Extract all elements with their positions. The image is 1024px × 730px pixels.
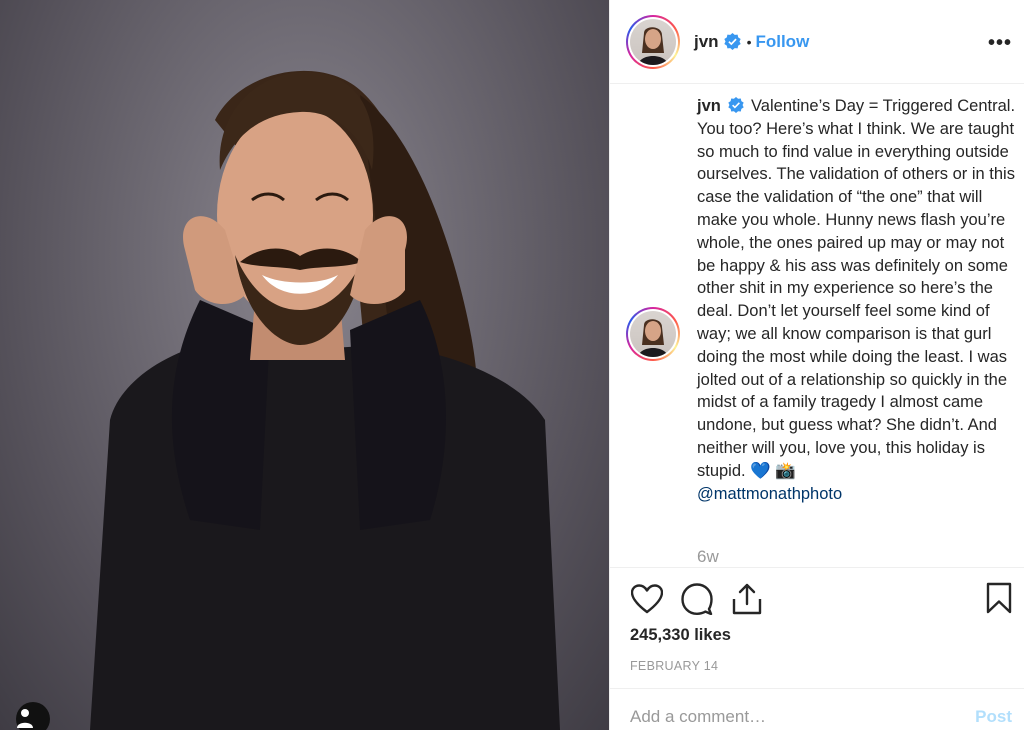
caption-mention-link[interactable]: @mattmonathphoto <box>697 483 1023 506</box>
share-upload-icon[interactable] <box>730 582 764 616</box>
follow-button[interactable]: Follow <box>755 32 809 52</box>
verified-badge-icon <box>723 33 741 50</box>
likes-count[interactable]: 245,330 likes <box>630 626 731 645</box>
add-comment-bar: Post <box>610 688 1024 730</box>
post-time-ago[interactable]: 6w <box>697 547 719 567</box>
comments-section[interactable]: jvn Valentine’s Day = Triggered Central.… <box>610 85 1024 567</box>
post-actions: 245,330 likes FEBRUARY 14 <box>610 567 1024 687</box>
post-photo[interactable] <box>0 0 609 730</box>
like-heart-icon[interactable] <box>630 582 664 616</box>
comment-input[interactable] <box>630 707 930 727</box>
caption-text: Valentine’s Day = Triggered Central. You… <box>697 97 1016 480</box>
post-header: jvn • Follow ••• <box>610 0 1024 84</box>
post-date[interactable]: FEBRUARY 14 <box>630 659 718 673</box>
author-avatar[interactable] <box>626 14 680 69</box>
caption-username[interactable]: jvn <box>697 97 721 115</box>
header-separator: • <box>746 33 752 50</box>
portrait-illustration <box>90 70 560 730</box>
more-options-icon[interactable]: ••• <box>988 32 1012 55</box>
post-detail-panel: jvn • Follow ••• jvn Valentine’s Day = T… <box>609 0 1024 730</box>
post-caption: jvn Valentine’s Day = Triggered Central.… <box>697 95 1023 505</box>
save-bookmark-icon[interactable] <box>986 582 1012 619</box>
author-username[interactable]: jvn <box>694 32 719 52</box>
tagged-user-icon[interactable] <box>16 702 50 730</box>
comment-bubble-icon[interactable] <box>680 582 714 616</box>
verified-badge-icon <box>728 97 745 113</box>
caption-author-avatar[interactable] <box>626 307 680 361</box>
post-comment-button[interactable]: Post <box>975 707 1012 727</box>
